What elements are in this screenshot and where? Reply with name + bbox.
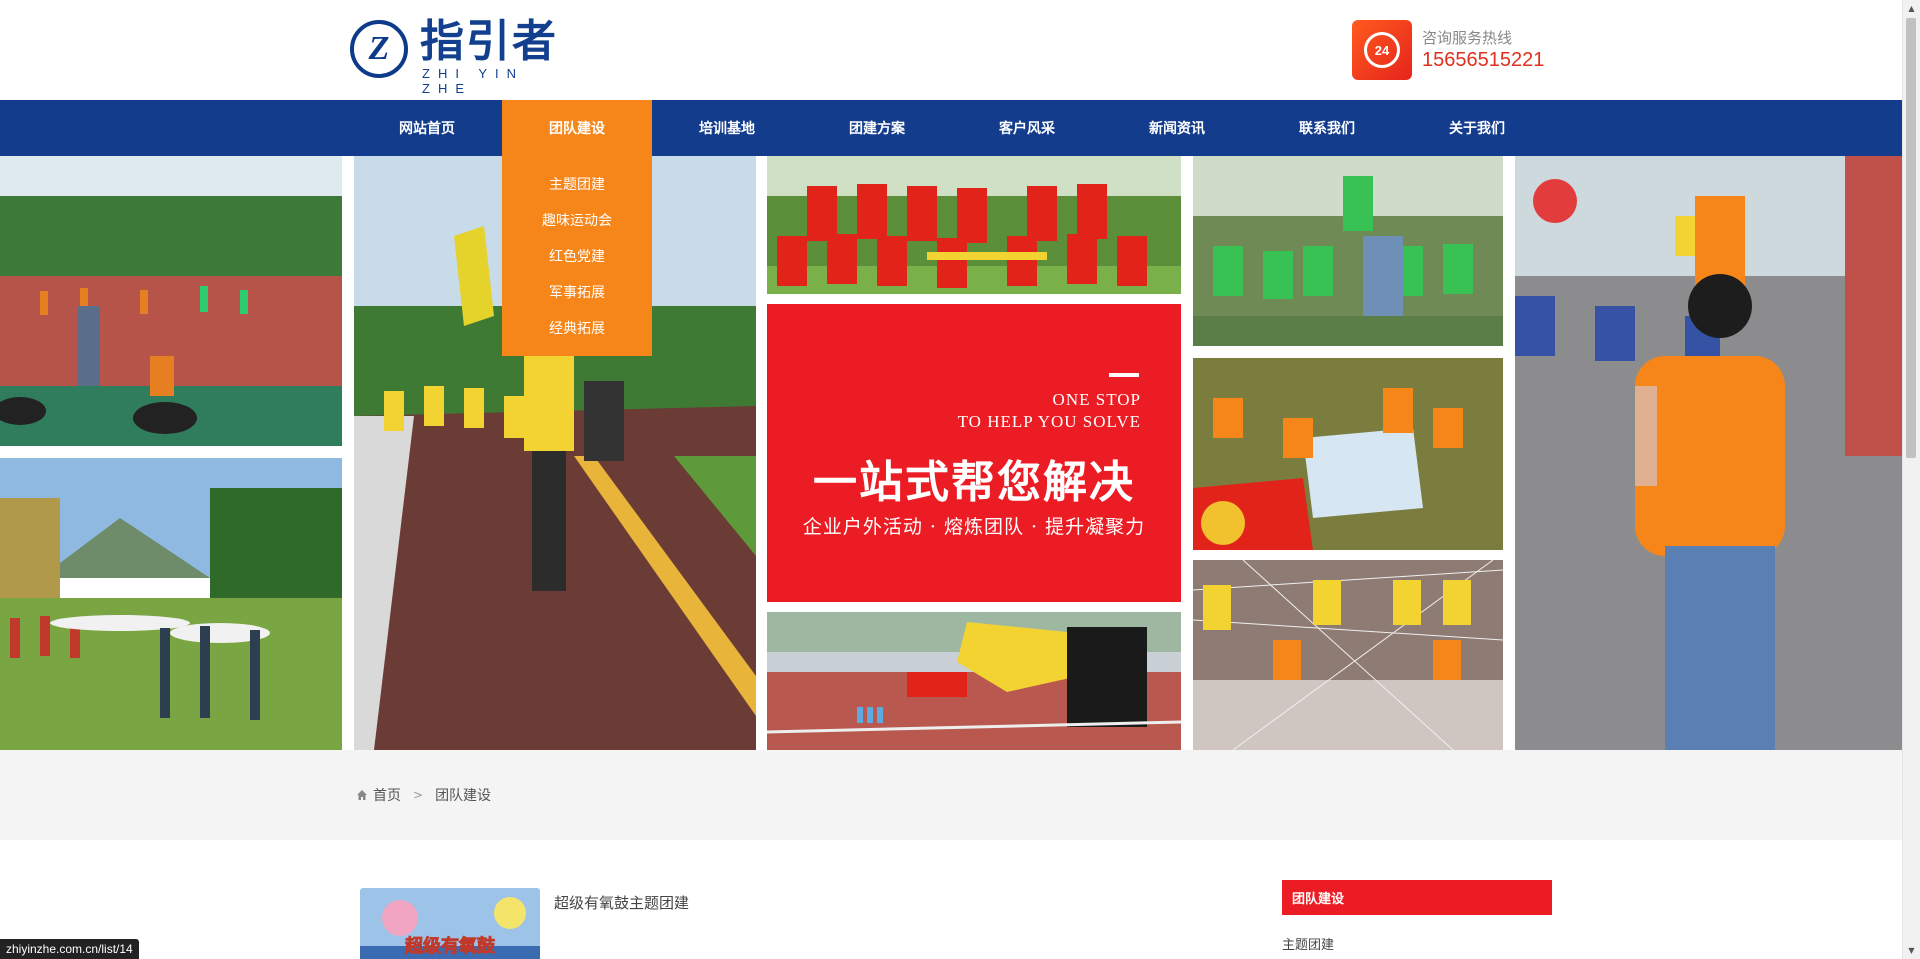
nav-item-about[interactable]: 关于我们 xyxy=(1402,100,1552,156)
phone-24h-badge: 24 xyxy=(1364,32,1400,68)
page-scrollbar[interactable]: ▲ ▼ xyxy=(1902,0,1920,959)
nav-dropdown-team-building: 主题团建 趣味运动会 红色党建 军事拓展 经典拓展 xyxy=(502,156,652,356)
nav-item-training-base[interactable]: 培训基地 xyxy=(652,100,802,156)
main-nav: 网站首页 团队建设 培训基地 团建方案 客户风采 新闻资讯 联系我们 关于我们 xyxy=(0,100,1903,156)
logo-text-en: ZHI YIN ZHE xyxy=(422,66,524,96)
scroll-down-arrow-icon[interactable]: ▼ xyxy=(1903,942,1920,959)
nav-item-team-building[interactable]: 团队建设 xyxy=(502,100,652,156)
dropdown-item-military[interactable]: 军事拓展 xyxy=(502,274,652,310)
nav-item-contact[interactable]: 联系我们 xyxy=(1252,100,1402,156)
article-title[interactable]: 超级有氧鼓主题团建 xyxy=(554,892,689,913)
banner-photo-floor-puzzle xyxy=(1193,358,1503,550)
breadcrumb-current: 团队建设 xyxy=(435,788,492,804)
promo-headline: 一站式帮您解决 xyxy=(813,457,1135,508)
banner-photo-rope-maze xyxy=(1193,560,1503,750)
scroll-up-arrow-icon[interactable]: ▲ xyxy=(1903,0,1920,17)
nav-item-plans[interactable]: 团建方案 xyxy=(802,100,952,156)
banner-promo-panel: ONE STOP TO HELP YOU SOLVE 一站式帮您解决 企业户外活… xyxy=(767,304,1181,602)
sidebar-heading: 团队建设 xyxy=(1282,880,1552,915)
banner-photo-red-team xyxy=(767,156,1181,294)
logo-emblem-icon: Z xyxy=(350,20,408,78)
breadcrumb: 首页 > 团队建设 xyxy=(356,785,491,805)
banner-photo-blindfold xyxy=(1515,156,1903,750)
sidebar-item-theme[interactable]: 主题团建 xyxy=(1282,934,1334,953)
breadcrumb-home[interactable]: 首页 xyxy=(373,785,401,805)
nav-item-clients[interactable]: 客户风采 xyxy=(952,100,1102,156)
site-logo[interactable]: Z 指引者 ZHI YIN ZHE xyxy=(350,16,580,96)
article-thumbnail[interactable]: 超级有氧鼓 xyxy=(360,888,540,959)
phone-24h-icon: 24 xyxy=(1352,20,1412,80)
home-icon xyxy=(357,790,367,800)
dropdown-item-party[interactable]: 红色党建 xyxy=(502,238,652,274)
chevron-right-icon: > xyxy=(413,788,424,802)
status-bar-url: zhiyinzhe.com.cn/list/14 xyxy=(0,939,139,959)
nav-item-home[interactable]: 网站首页 xyxy=(352,100,502,156)
site-header: Z 指引者 ZHI YIN ZHE 24 咨询服务热线 15656515221 xyxy=(0,0,1903,100)
logo-text-cn: 指引者 xyxy=(420,16,558,67)
promo-en-line-1: ONE STOP xyxy=(1052,390,1141,409)
dropdown-item-classic[interactable]: 经典拓展 xyxy=(502,310,652,346)
nav-item-news[interactable]: 新闻资讯 xyxy=(1102,100,1252,156)
article-thumbnail-caption: 超级有氧鼓 xyxy=(405,935,496,957)
promo-subline: 企业户外活动 · 熔炼团队 · 提升凝聚力 xyxy=(802,516,1146,538)
banner-photo-lawn-game xyxy=(0,458,342,750)
banner-photo-tires xyxy=(0,156,342,446)
hotline-number[interactable]: 15656515221 xyxy=(1422,49,1544,72)
hotline: 24 咨询服务热线 15656515221 xyxy=(1352,20,1592,82)
hotline-label: 咨询服务热线 xyxy=(1422,29,1513,47)
scrollbar-thumb[interactable] xyxy=(1906,18,1916,458)
dropdown-item-sports[interactable]: 趣味运动会 xyxy=(502,202,652,238)
promo-divider xyxy=(1109,373,1139,377)
dropdown-item-theme[interactable]: 主题团建 xyxy=(502,166,652,202)
promo-en-line-2: TO HELP YOU SOLVE xyxy=(957,412,1141,431)
banner-slider[interactable]: ONE STOP TO HELP YOU SOLVE 一站式帮您解决 企业户外活… xyxy=(0,156,1903,750)
breadcrumb-bar: 首页 > 团队建设 xyxy=(0,750,1903,840)
banner-photo-green-vests xyxy=(1193,156,1503,346)
page: Z 指引者 ZHI YIN ZHE 24 咨询服务热线 15656515221 … xyxy=(0,0,1903,959)
banner-photo-relay xyxy=(767,612,1181,750)
